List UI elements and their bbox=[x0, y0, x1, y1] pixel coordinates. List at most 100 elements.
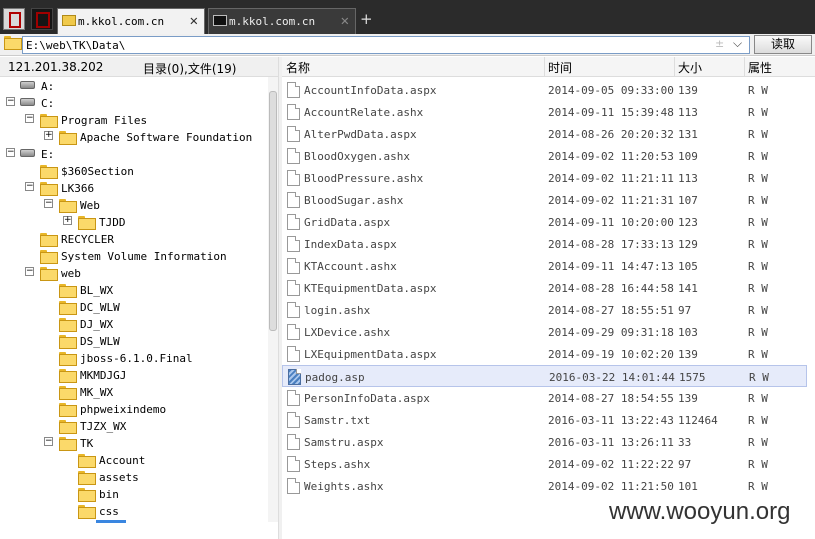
chevron-down-icon[interactable]: ⌵ bbox=[733, 36, 742, 51]
collapse-icon[interactable]: − bbox=[6, 97, 15, 106]
tree-node[interactable]: MK_WX bbox=[0, 384, 268, 401]
tree-node[interactable]: DC_WLW bbox=[0, 299, 268, 316]
file-row[interactable]: LXDevice.ashx 2014-09-29 09:31:18 103 R W bbox=[282, 321, 807, 343]
tree-node-label: TJZX_WX bbox=[80, 420, 127, 433]
tree-node[interactable]: BL_WX bbox=[0, 282, 268, 299]
folder-icon bbox=[59, 284, 77, 298]
file-row[interactable]: KTAccount.ashx 2014-09-11 14:47:13 105 R W bbox=[282, 255, 807, 277]
file-row[interactable]: AccountRelate.ashx 2014-09-11 15:39:48 113… bbox=[282, 101, 807, 123]
file-icon bbox=[287, 236, 300, 252]
file-name: AccountRelate.ashx bbox=[304, 106, 424, 119]
column-header-size[interactable]: 大小 bbox=[678, 59, 702, 76]
tree-scrollbar-thumb[interactable] bbox=[269, 91, 277, 331]
file-time: 2014-09-11 10:20:00 bbox=[548, 216, 674, 229]
tree-scrollbar[interactable] bbox=[268, 77, 278, 522]
tree-node[interactable]: DJ_WX bbox=[0, 316, 268, 333]
tree-node[interactable]: TJZX_WX bbox=[0, 418, 268, 435]
collapse-icon[interactable]: − bbox=[6, 148, 15, 157]
file-name: Weights.ashx bbox=[304, 480, 384, 493]
close-tab-icon[interactable]: ✕ bbox=[190, 13, 198, 29]
file-time: 2014-09-19 10:02:20 bbox=[548, 348, 674, 361]
file-icon bbox=[287, 478, 300, 494]
tree-node-label: jboss-6.1.0.Final bbox=[80, 352, 193, 365]
tree-node[interactable]: Account bbox=[0, 452, 268, 469]
tree-node[interactable]: assets bbox=[0, 469, 268, 486]
expand-icon[interactable]: + bbox=[44, 131, 53, 140]
tree-node-label: TK bbox=[80, 437, 94, 450]
file-size: 109 bbox=[678, 150, 698, 163]
file-icon bbox=[287, 434, 300, 450]
tree-node[interactable]: − web bbox=[0, 265, 268, 282]
tree-node[interactable]: − LK366 bbox=[0, 180, 268, 197]
file-row[interactable]: login.ashx 2014-08-27 18:55:51 97 R W bbox=[282, 299, 807, 321]
tree-node[interactable]: css bbox=[0, 503, 268, 520]
file-icon bbox=[287, 148, 300, 164]
tree-node[interactable]: + TJDD bbox=[0, 214, 268, 231]
tree-node[interactable]: − Program Files bbox=[0, 112, 268, 129]
column-header-name[interactable]: 名称 bbox=[286, 59, 310, 76]
collapse-icon[interactable]: − bbox=[25, 114, 34, 123]
file-row[interactable]: Samstr.txt 2016-03-11 13:22:43 112464 R W bbox=[282, 409, 807, 431]
tree-node[interactable]: − TK bbox=[0, 435, 268, 452]
collapse-icon[interactable]: − bbox=[44, 199, 53, 208]
file-row[interactable]: PersonInfoData.aspx 2014-08-27 18:54:55 13… bbox=[282, 387, 807, 409]
folder-icon bbox=[78, 471, 96, 485]
tree-node[interactable]: jboss-6.1.0.Final bbox=[0, 350, 268, 367]
collapse-icon[interactable]: − bbox=[25, 267, 34, 276]
file-row[interactable]: IndexData.aspx 2014-08-28 17:33:13 129 R W bbox=[282, 233, 807, 255]
file-time: 2014-08-27 18:55:51 bbox=[548, 304, 674, 317]
tree-node[interactable]: − E: bbox=[0, 146, 268, 163]
tree-node[interactable]: MKMDJGJ bbox=[0, 367, 268, 384]
tree-node-label: RECYCLER bbox=[61, 233, 114, 246]
collapse-icon[interactable]: − bbox=[44, 437, 53, 446]
file-time: 2014-09-02 11:21:31 bbox=[548, 194, 674, 207]
tab-1[interactable]: m.kkol.com.cn ✕ bbox=[57, 8, 205, 34]
file-row[interactable]: padog.asp 2016-03-22 14:01:44 1575 R W bbox=[282, 365, 807, 387]
app-logo-icon[interactable] bbox=[31, 8, 53, 30]
tree-node[interactable]: − Web bbox=[0, 197, 268, 214]
file-size: 123 bbox=[678, 216, 698, 229]
file-size: 139 bbox=[678, 84, 698, 97]
file-row[interactable]: AccountInfoData.aspx 2014-09-05 09:33:00 1… bbox=[282, 79, 807, 101]
file-icon bbox=[287, 82, 300, 98]
read-button[interactable]: 读取 bbox=[754, 35, 812, 54]
app-menu-icon[interactable] bbox=[3, 8, 25, 30]
column-header-attr[interactable]: 属性 bbox=[748, 59, 772, 76]
file-row[interactable]: LXEquipmentData.aspx 2014-09-19 10:02:20 1… bbox=[282, 343, 807, 365]
expand-icon[interactable]: + bbox=[63, 216, 72, 225]
tree-node[interactable]: $360Section bbox=[0, 163, 268, 180]
file-time: 2014-09-11 14:47:13 bbox=[548, 260, 674, 273]
tab-2[interactable]: m.kkol.com.cn ✕ bbox=[208, 8, 356, 34]
folder-icon bbox=[40, 267, 58, 281]
tree-node[interactable]: − C: bbox=[0, 95, 268, 112]
file-row[interactable]: BloodSugar.ashx 2014-09-02 11:21:31 107 R W bbox=[282, 189, 807, 211]
tree-node[interactable]: RECYCLER bbox=[0, 231, 268, 248]
tree-node[interactable]: bin bbox=[0, 486, 268, 503]
folder-icon bbox=[59, 335, 77, 349]
file-row[interactable]: Steps.ashx 2014-09-02 11:22:22 97 R W bbox=[282, 453, 807, 475]
file-row[interactable]: GridData.aspx 2014-09-11 10:20:00 123 R W bbox=[282, 211, 807, 233]
collapse-icon[interactable]: − bbox=[25, 182, 34, 191]
file-row[interactable]: BloodPressure.ashx 2014-09-02 11:21:11 113… bbox=[282, 167, 807, 189]
file-row[interactable]: AlterPwdData.aspx 2014-08-26 20:20:32 131 R… bbox=[282, 123, 807, 145]
file-size: 131 bbox=[678, 128, 698, 141]
file-attr: R W bbox=[748, 480, 768, 493]
file-row[interactable]: KTEquipmentData.aspx 2014-08-28 16:44:58 1… bbox=[282, 277, 807, 299]
tree-node-label: MKMDJGJ bbox=[80, 369, 127, 382]
tree-node[interactable]: DS_WLW bbox=[0, 333, 268, 350]
file-row[interactable]: BloodOxygen.ashx 2014-09-02 11:20:53 109 R … bbox=[282, 145, 807, 167]
new-tab-button[interactable]: + bbox=[360, 10, 373, 28]
folder-icon bbox=[59, 301, 77, 315]
path-input[interactable]: E:\web\TK\Data\ bbox=[22, 36, 750, 54]
tree-node[interactable]: A: bbox=[0, 78, 268, 95]
column-header-time[interactable]: 时间 bbox=[548, 59, 572, 76]
tree-node[interactable]: System Volume Information bbox=[0, 248, 268, 265]
file-row[interactable]: Samstru.aspx 2016-03-11 13:26:11 33 R W bbox=[282, 431, 807, 453]
close-tab-icon[interactable]: ✕ bbox=[341, 13, 349, 29]
file-row[interactable]: Weights.ashx 2014-09-02 11:21:50 101 R W bbox=[282, 475, 807, 497]
file-name: Steps.ashx bbox=[304, 458, 371, 471]
tree-node[interactable]: + Apache Software Foundation bbox=[0, 129, 268, 146]
file-attr: R W bbox=[748, 172, 768, 185]
folder-icon bbox=[78, 505, 96, 519]
tree-node[interactable]: phpweixindemo bbox=[0, 401, 268, 418]
